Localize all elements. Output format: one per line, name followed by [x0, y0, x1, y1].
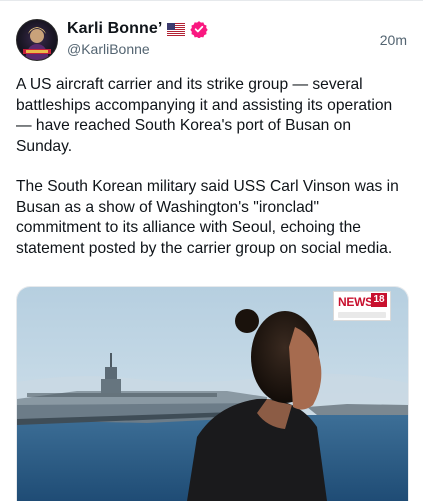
- logo-word: NEWS: [338, 295, 373, 309]
- author-name-row: Karli Bonne’: [67, 20, 209, 39]
- post-timestamp[interactable]: 20m: [380, 32, 407, 48]
- news18-logo: NEWS 18: [333, 291, 391, 321]
- post-header: Karli Bonne’ @KarliBonne 20m: [0, 0, 423, 70]
- logo-number: 18: [371, 293, 387, 307]
- author-handle[interactable]: @KarliBonne: [67, 41, 150, 57]
- post-media[interactable]: NEWS 18: [16, 286, 409, 501]
- logo-subline: [338, 312, 386, 318]
- avatar[interactable]: [16, 19, 58, 61]
- post-paragraph: The South Korean military said USS Carl …: [16, 178, 399, 257]
- post-paragraph: A US aircraft carrier and its strike gro…: [16, 76, 393, 155]
- display-name[interactable]: Karli Bonne’: [67, 20, 162, 38]
- us-flag-icon: [167, 22, 186, 36]
- post-body: A US aircraft carrier and its strike gro…: [16, 75, 408, 259]
- verified-badge-icon: [190, 20, 209, 39]
